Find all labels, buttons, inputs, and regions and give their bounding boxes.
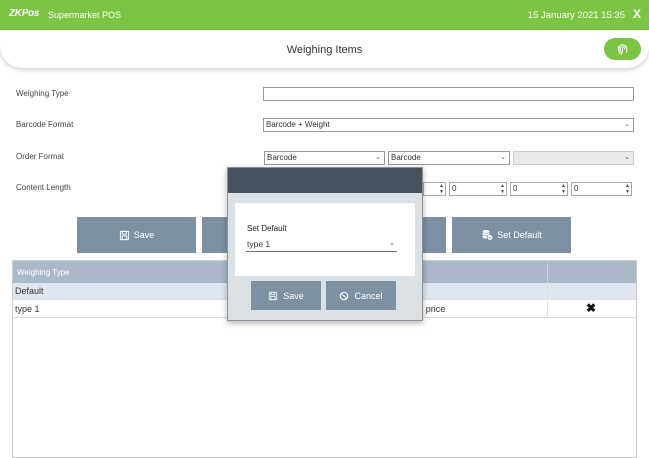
hidden-action-button[interactable] bbox=[202, 217, 228, 253]
dialog-cancel-button[interactable]: Cancel bbox=[326, 281, 396, 310]
set-default-button-label: Set Default bbox=[497, 230, 542, 240]
barcode-format-label: Barcode Format bbox=[16, 120, 74, 129]
row-weighing-type: type 1 bbox=[15, 304, 40, 314]
weighing-type-label: Weighing Type bbox=[16, 89, 69, 98]
set-default-label: Set Default bbox=[247, 224, 287, 233]
close-button[interactable]: X bbox=[633, 7, 641, 21]
chevron-down-icon: ⌄ bbox=[500, 154, 506, 161]
content-length-label: Content Length bbox=[16, 183, 71, 192]
dialog-save-button[interactable]: Save bbox=[251, 281, 321, 310]
set-default-select[interactable]: type 1 ⌄ bbox=[246, 236, 397, 252]
order-format-value-2: Barcode bbox=[391, 153, 421, 162]
content-length-spinner-2[interactable]: 0 ▲ ▼ bbox=[449, 182, 507, 196]
barcode-format-value: Barcode + Weight bbox=[266, 120, 330, 129]
column-divider bbox=[547, 301, 548, 318]
app-logo: ZKPos bbox=[9, 8, 40, 19]
save-icon bbox=[119, 230, 129, 240]
page-header: Weighing Items bbox=[0, 30, 649, 68]
spinner-arrows-icon: ▲ ▼ bbox=[439, 183, 444, 195]
content-length-spinner-3[interactable]: 0 ▲ ▼ bbox=[510, 182, 568, 196]
weighing-type-input[interactable] bbox=[263, 87, 634, 101]
chevron-down-icon: ⌄ bbox=[624, 121, 630, 128]
dialog-header bbox=[228, 168, 422, 193]
app-title: Supermarket POS bbox=[48, 10, 122, 20]
order-format-value-1: Barcode bbox=[267, 153, 297, 162]
spinner-arrows-icon: ▲ ▼ bbox=[500, 183, 505, 195]
delete-icon[interactable]: ✖ bbox=[586, 301, 596, 315]
content-length-value-4: 0 bbox=[574, 184, 579, 193]
fingerprint-button[interactable] bbox=[604, 38, 641, 60]
set-default-button[interactable]: Set Default bbox=[452, 217, 571, 253]
dialog-cancel-label: Cancel bbox=[354, 290, 383, 301]
datetime: 15 January 2021 15:35 bbox=[527, 10, 625, 21]
column-divider bbox=[547, 283, 548, 300]
spinner-arrows-icon: ▲ ▼ bbox=[625, 183, 630, 195]
page-title: Weighing Items bbox=[286, 44, 363, 56]
save-button-label: Save bbox=[133, 230, 155, 240]
dialog-body: Set Default type 1 ⌄ bbox=[235, 203, 415, 276]
top-bar: ZKPos Supermarket POS 15 January 2021 15… bbox=[0, 0, 649, 30]
content-length-spinner-1[interactable]: ▲ ▼ bbox=[423, 182, 446, 196]
content-length-spinner-4[interactable]: 0 ▲ ▼ bbox=[571, 182, 632, 196]
barcode-format-select[interactable]: Barcode + Weight ⌄ bbox=[263, 118, 634, 132]
order-format-label: Order Format bbox=[16, 152, 65, 161]
row-weighing-type: Default bbox=[15, 286, 44, 296]
column-header-weighing-type: Weighing Type bbox=[17, 268, 70, 277]
content-length-value-3: 0 bbox=[513, 184, 518, 193]
chevron-down-icon: ⌄ bbox=[624, 154, 630, 161]
column-divider bbox=[547, 261, 548, 283]
dialog-save-label: Save bbox=[283, 290, 304, 301]
save-icon bbox=[269, 291, 278, 300]
database-check-icon bbox=[482, 230, 493, 240]
order-format-select-1[interactable]: Barcode ⌄ bbox=[264, 151, 385, 165]
fingerprint-icon bbox=[617, 43, 628, 55]
hidden-action-button-2[interactable] bbox=[422, 217, 446, 253]
cancel-icon bbox=[340, 291, 349, 300]
spinner-arrows-icon: ▲ ▼ bbox=[561, 183, 566, 195]
order-format-select-3: ⌄ bbox=[513, 151, 634, 165]
set-default-dialog: Set Default type 1 ⌄ Save Cancel bbox=[227, 167, 423, 321]
set-default-value: type 1 bbox=[247, 239, 271, 249]
chevron-down-icon: ⌄ bbox=[375, 154, 381, 161]
content-length-value-2: 0 bbox=[452, 184, 457, 193]
chevron-down-icon: ⌄ bbox=[389, 240, 395, 247]
save-button[interactable]: Save bbox=[77, 217, 196, 253]
order-format-select-2[interactable]: Barcode ⌄ bbox=[388, 151, 510, 165]
